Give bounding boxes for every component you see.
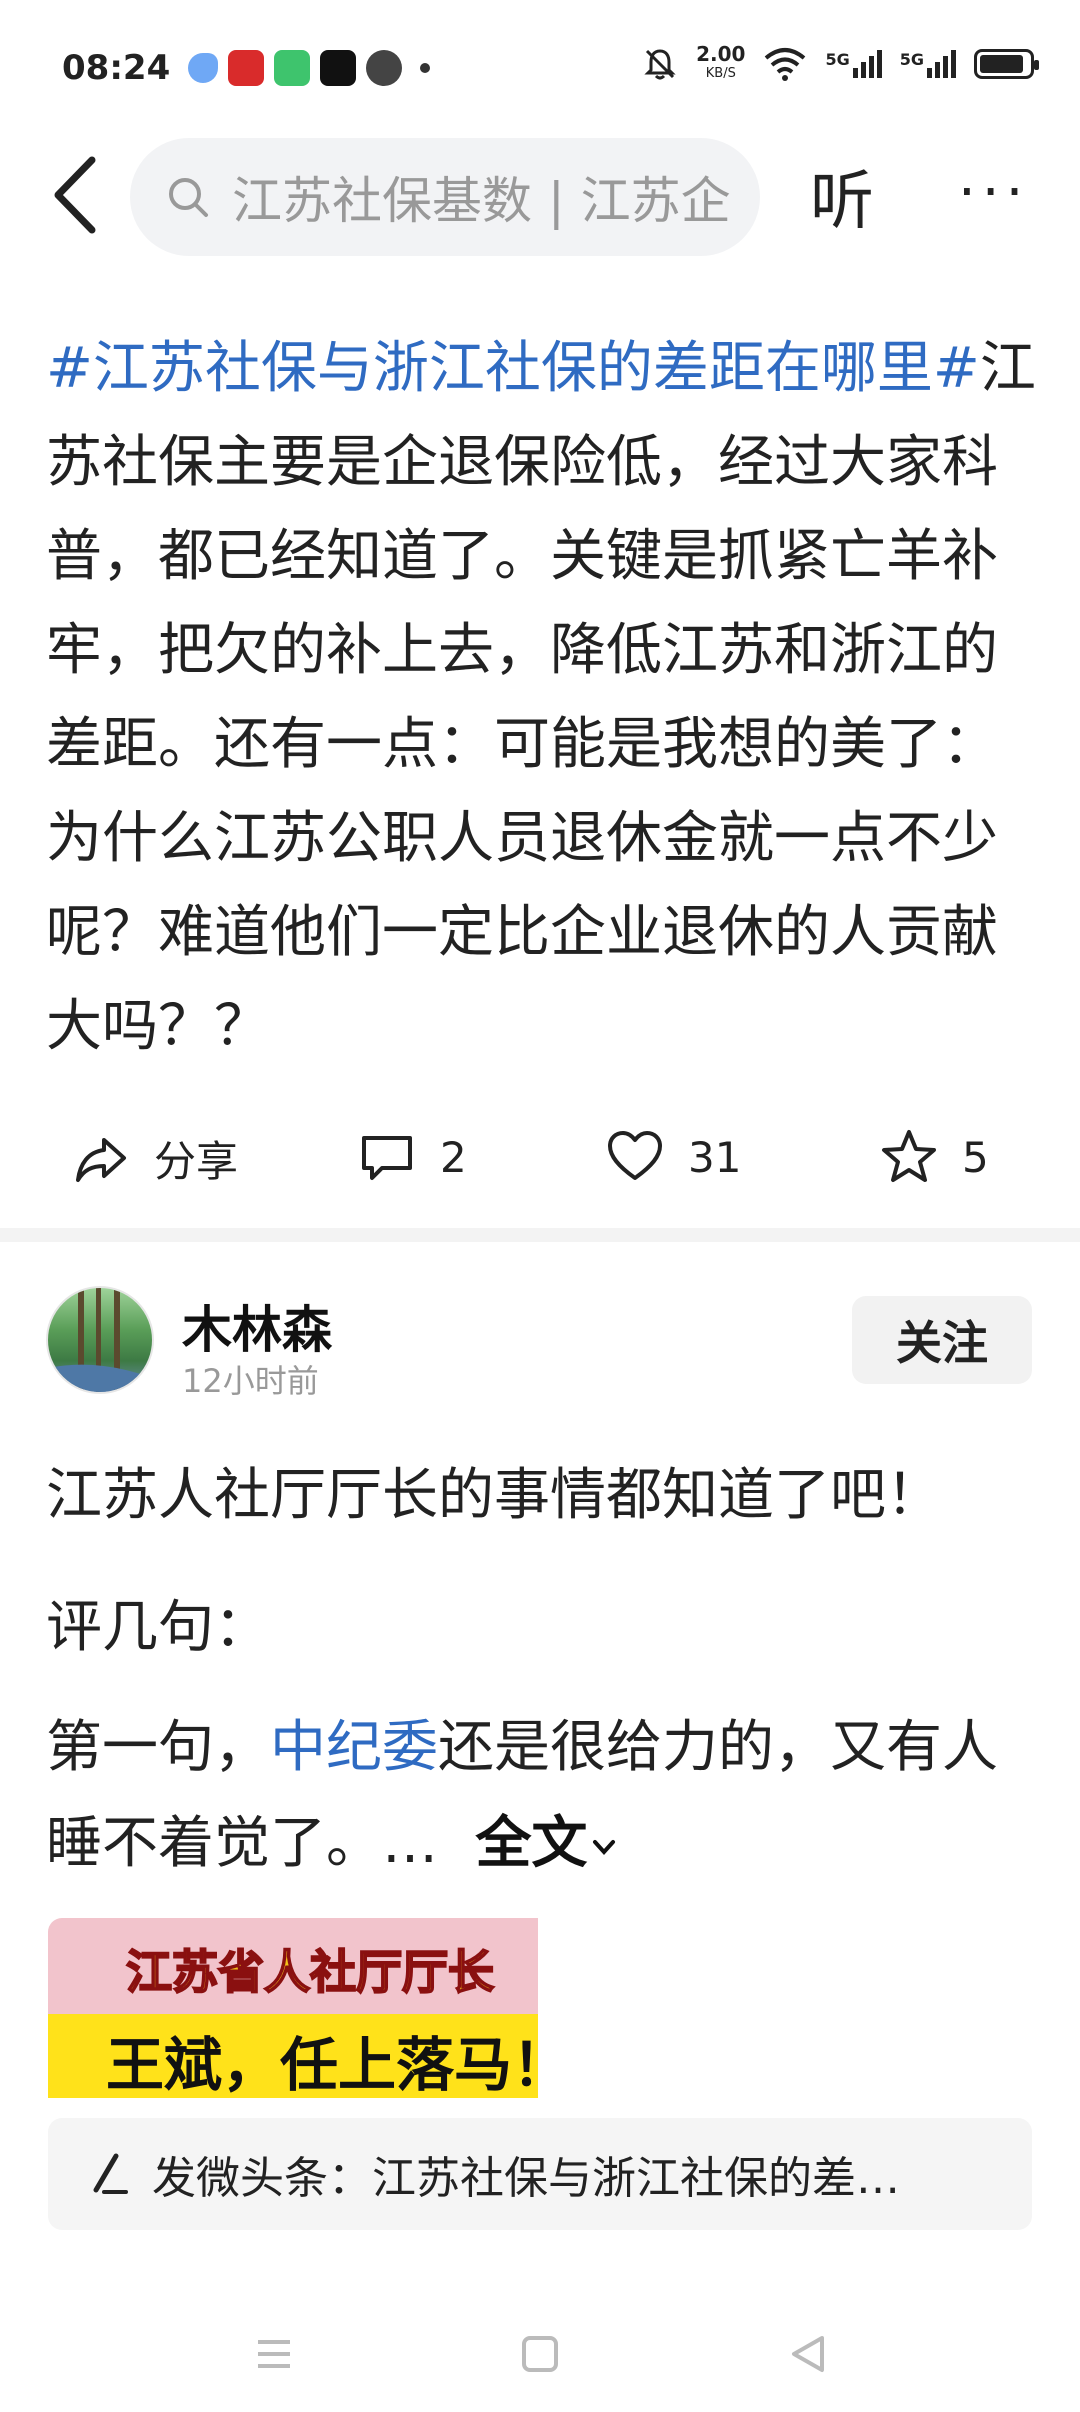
full-text-button[interactable]: 全文 xyxy=(456,1811,622,1876)
signal-bars-icon xyxy=(852,50,882,78)
image-headline: 江苏省人社厅厅长 xyxy=(125,1944,495,2000)
comment-button[interactable]: 2 xyxy=(358,1128,467,1186)
follow-button[interactable]: 关注 xyxy=(852,1296,1032,1384)
username[interactable]: 木林森 xyxy=(182,1290,332,1362)
post-image[interactable]: 江苏省人社厅厅长 王斌，任上落马！ xyxy=(48,1918,538,2098)
red-app-icon xyxy=(228,50,264,86)
star-icon xyxy=(882,1130,936,1182)
system-nav-bar xyxy=(0,2300,1080,2400)
wechat-icon xyxy=(366,50,402,86)
chevron-down-icon xyxy=(593,1839,616,1855)
status-app-icons xyxy=(188,50,430,86)
share-button[interactable]: 分享 xyxy=(72,1128,238,1189)
feed-text-prefix: 第一句， xyxy=(46,1715,270,1780)
compose-bar[interactable]: 发微头条：江苏社保与浙江社保的差… xyxy=(48,2118,1032,2230)
signal-2-label: 5G xyxy=(899,50,924,69)
wifi-icon xyxy=(765,48,806,81)
back-arrow-icon[interactable] xyxy=(46,150,102,240)
signal-1: 5G xyxy=(825,50,882,78)
more-notifications-dot-icon xyxy=(420,63,430,73)
status-right: 2.00 KB/S 5G 5G xyxy=(642,44,1039,84)
net-speed-unit: KB/S xyxy=(705,66,736,81)
heart-icon xyxy=(608,1131,662,1180)
search-bar[interactable]: 江苏社保基数 | 江苏企 xyxy=(130,138,760,256)
home-icon[interactable] xyxy=(510,2324,570,2384)
post-time: 12小时前 xyxy=(182,1362,319,1400)
topic-link[interactable]: 中纪委 xyxy=(270,1715,438,1780)
signal-2: 5G xyxy=(900,50,956,78)
post-hashtag-link[interactable]: #江苏社保与浙江社保的差距在哪里# xyxy=(46,336,980,401)
mute-icon xyxy=(644,49,676,80)
signal-1-label: 5G xyxy=(825,50,850,69)
battery-level xyxy=(980,55,1023,73)
like-count: 31 xyxy=(688,1132,742,1182)
avatar[interactable] xyxy=(46,1286,154,1394)
share-icon xyxy=(76,1137,126,1182)
avatar-image xyxy=(48,1288,152,1392)
comment-icon xyxy=(362,1136,412,1180)
post-body: #江苏社保与浙江社保的差距在哪里#江苏社保主要是企退保险低，经过大家科普，都已经… xyxy=(46,322,1036,1074)
favorite-button[interactable]: 5 xyxy=(880,1128,989,1186)
more-options-icon[interactable]: ··· xyxy=(958,160,1029,225)
search-icon xyxy=(169,178,208,217)
post-actions: 分享 2 31 5 xyxy=(0,1118,1080,1198)
like-button[interactable]: 31 xyxy=(606,1128,741,1186)
favorite-count: 5 xyxy=(962,1132,989,1182)
feed-text-line: 江苏人社厅厅长的事情都知道了吧！ xyxy=(46,1463,942,1528)
back-triangle-icon[interactable] xyxy=(778,2324,838,2384)
compose-text: 发微头条：江苏社保与浙江社保的差… xyxy=(152,2153,900,2204)
comment-count: 2 xyxy=(440,1132,467,1182)
section-divider xyxy=(0,1228,1080,1242)
battery-icon xyxy=(974,49,1039,79)
listen-button[interactable]: 听 xyxy=(810,150,874,242)
pen-icon xyxy=(93,2153,128,2194)
net-speed-value: 2.00 xyxy=(696,42,746,66)
post-text: 江苏社保主要是企退保险低，经过大家科普，都已经知道了。关键是抓紧亡羊补牢，把欠的… xyxy=(46,336,1036,1059)
tiktok-icon xyxy=(320,50,356,86)
signal-bars-icon xyxy=(927,50,956,78)
full-text-label: 全文 xyxy=(475,1811,588,1876)
feed-text-paragraph: 第一句，中纪委还是很给力的，又有人睡不着觉了。… 全文 xyxy=(46,1700,1036,1892)
search-placeholder: 江苏社保基数 | 江苏企 xyxy=(232,172,731,230)
image-subheadline: 王斌，任上落马！ xyxy=(106,2031,538,2098)
blue-app-icon xyxy=(188,53,218,83)
menu-icon[interactable] xyxy=(244,2324,304,2384)
feed-text-line: 评几句： xyxy=(46,1595,270,1660)
net-speed: 2.00 KB/S xyxy=(696,44,745,84)
green-app-icon xyxy=(274,50,310,86)
status-time: 08:24 xyxy=(62,48,171,88)
share-label: 分享 xyxy=(154,1137,239,1186)
